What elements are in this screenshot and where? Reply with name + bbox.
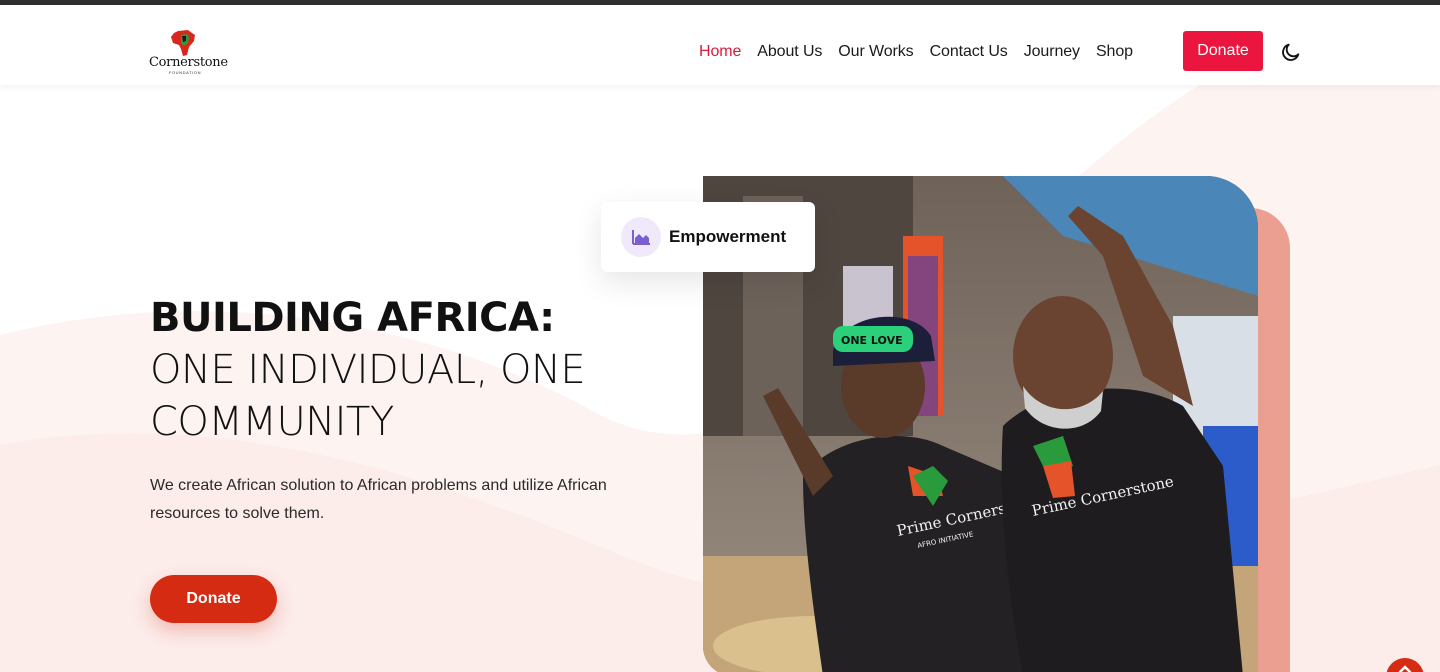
nav-item-home[interactable]: Home [699, 43, 741, 61]
hero-title-light: ONE INDIVIDUAL, ONE COMMUNITY [150, 347, 586, 445]
cap-text: ONE LOVE [841, 334, 903, 347]
africa-fist-icon [171, 30, 195, 56]
nav-item-shop[interactable]: Shop [1096, 43, 1133, 61]
badge-label: Empowerment [669, 227, 787, 246]
logo[interactable]: Cornerstone FOUNDATION [149, 29, 228, 79]
nav-item-contact-us[interactable]: Contact Us [930, 43, 1008, 61]
hero-donate-button[interactable]: Donate [150, 575, 277, 623]
hero-description: We create African solution to African pr… [150, 477, 607, 522]
hero-title-bold: BUILDING AFRICA: [150, 295, 555, 341]
nav-donate-button[interactable]: Donate [1183, 31, 1263, 71]
moon-icon [1282, 43, 1300, 61]
logo-wordmark: Cornerstone [149, 55, 228, 70]
hero-title: BUILDING AFRICA: ONE INDIVIDUAL, ONE COM… [150, 292, 650, 448]
area-chart-icon [632, 230, 650, 245]
logo-tagline: FOUNDATION [168, 70, 202, 75]
main-menu: Home About Us Our Works Contact Us Journey Sh… [699, 43, 1133, 61]
chevron-up-icon [1398, 665, 1412, 672]
nav-item-about-us[interactable]: About Us [757, 43, 822, 61]
theme-toggle-button[interactable] [1278, 39, 1304, 65]
nav-item-journey[interactable]: Journey [1024, 43, 1080, 61]
navbar: Cornerstone FOUNDATION Home About Us Our W… [0, 5, 1440, 85]
empowerment-badge: Empowerment [601, 202, 815, 272]
badge-icon-wrap [621, 217, 661, 257]
nav-item-our-works[interactable]: Our Works [838, 43, 913, 61]
